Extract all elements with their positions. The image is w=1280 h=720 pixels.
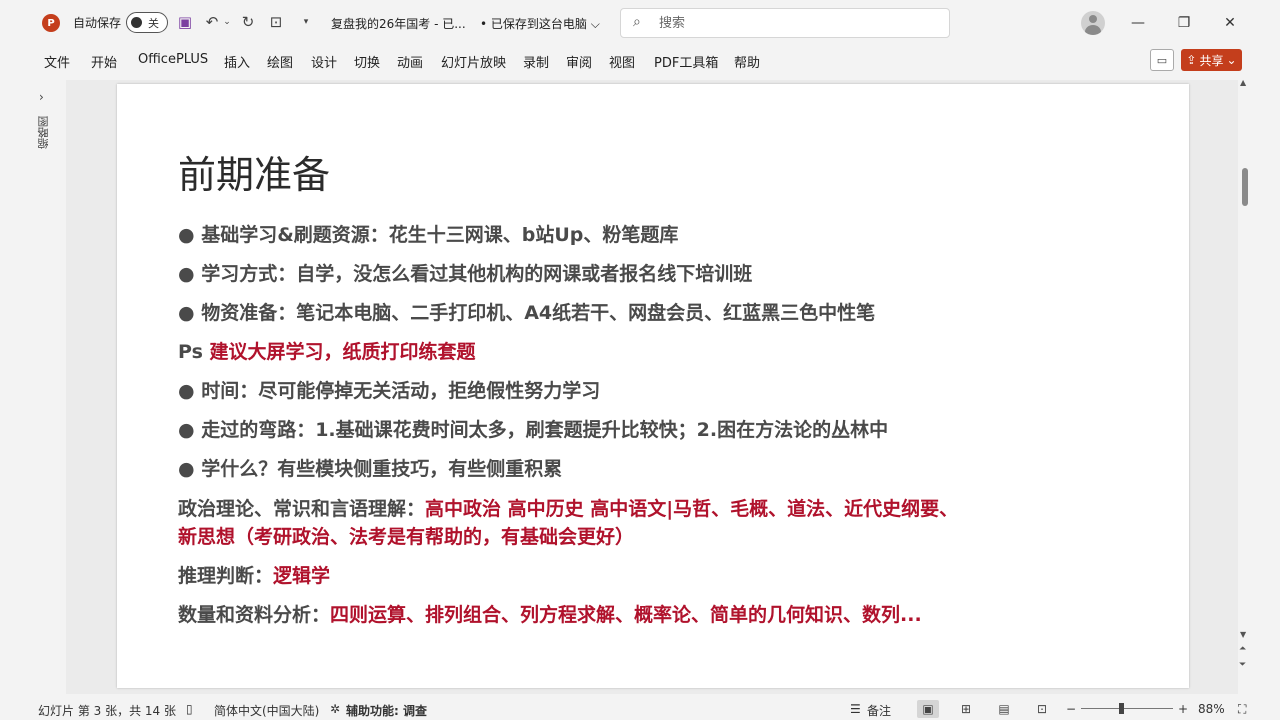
tip-highlight: 建议大屏学习，纸质打印练套题 xyxy=(209,341,476,363)
subject-content: 高中政治 高中历史 高中语文|马哲、毛概、道法、近代史纲要、 xyxy=(425,498,959,520)
subject-content: 逻辑学 xyxy=(273,565,331,587)
undo-dropdown-icon[interactable]: ⌄ xyxy=(222,12,232,32)
avatar[interactable] xyxy=(1081,11,1105,35)
search-input[interactable] xyxy=(659,14,939,32)
chevron-down-icon: ⌄ xyxy=(1226,53,1237,67)
next-slide-icon[interactable]: ⏷ xyxy=(1239,660,1246,670)
autosave-label: 自动保存 xyxy=(73,16,122,30)
redo-icon[interactable]: ↻ xyxy=(238,12,258,32)
share-button[interactable]: ⇪ 共享 ⌄ xyxy=(1181,49,1242,71)
slide-bullet[interactable]: ● 基础学习&刷题资源：花生十三网课、b站Up、粉笔题库 xyxy=(178,220,678,247)
slide-subject-line[interactable]: 政治理论、常识和言语理解：高中政治 高中历史 高中语文|马哲、毛概、道法、近代史… xyxy=(178,494,958,521)
document-title[interactable]: 复盘我的26年国考 - 已... xyxy=(331,15,466,32)
subject-label: 政治理论、常识和言语理解： xyxy=(178,498,426,520)
normal-view-icon[interactable]: ▣ xyxy=(917,700,939,718)
slide-bullet[interactable]: ● 走过的弯路：1.基础课花费时间太多，刷套题提升比较快；2.困在方法论的丛林中 xyxy=(178,415,888,442)
restore-button[interactable]: ❐ xyxy=(1166,8,1202,38)
reading-view-icon[interactable]: ▤ xyxy=(993,700,1015,718)
slide-subject-line[interactable]: 推理判断：逻辑学 xyxy=(178,561,330,588)
slide-title[interactable]: 前期准备 xyxy=(178,144,330,199)
tab-review[interactable]: 审阅 xyxy=(566,52,592,71)
thumbnail-pane: › 缩略图 xyxy=(28,82,66,694)
zoom-out-icon[interactable]: − xyxy=(1066,702,1076,716)
search-box[interactable]: ⌕ xyxy=(620,8,950,38)
subject-content: 四则运算、排列组合、列方程求解、概率论、简单的几何知识、数列... xyxy=(330,604,922,626)
zoom-level[interactable]: 88% xyxy=(1198,702,1225,716)
tab-file[interactable]: 文件 xyxy=(44,52,70,71)
zoom-slider-track[interactable] xyxy=(1081,708,1173,709)
tab-view[interactable]: 视图 xyxy=(609,52,635,71)
spelling-check-icon[interactable]: ▯ xyxy=(186,702,193,716)
notes-button[interactable]: 备注 xyxy=(867,702,891,719)
autosave-toggle[interactable]: 关 xyxy=(126,12,168,33)
slide-counter[interactable]: 幻灯片 第 3 张，共 14 张 xyxy=(38,702,176,719)
present-from-beginning-icon[interactable]: ⊡ xyxy=(266,12,286,32)
slideshow-icon[interactable]: ⊡ xyxy=(1031,700,1053,718)
previous-slide-icon[interactable]: ⏶ xyxy=(1239,644,1246,654)
tab-home[interactable]: 开始 xyxy=(91,52,117,71)
save-icon[interactable]: ▣ xyxy=(175,12,195,32)
slide-bullet[interactable]: ● 学习方式：自学，没怎么看过其他机构的网课或者报名线下培训班 xyxy=(178,259,752,286)
tab-design[interactable]: 设计 xyxy=(311,52,337,71)
tab-help[interactable]: 帮助 xyxy=(734,52,760,71)
zoom-in-icon[interactable]: + xyxy=(1178,702,1188,716)
slide-tip[interactable]: Ps 建议大屏学习，纸质打印练套题 xyxy=(178,337,476,364)
tab-animations[interactable]: 动画 xyxy=(397,52,423,71)
slide[interactable]: 前期准备 ● 基础学习&刷题资源：花生十三网课、b站Up、粉笔题库 ● 学习方式… xyxy=(117,84,1189,688)
powerpoint-logo-icon: P xyxy=(42,14,60,32)
save-status[interactable]: • 已保存到这台电脑 ⌵ xyxy=(480,15,600,32)
notes-icon[interactable]: ☰ xyxy=(850,702,861,716)
tab-record[interactable]: 录制 xyxy=(523,52,549,71)
tab-pdf-tools[interactable]: PDF工具箱 xyxy=(654,52,718,71)
zoom-slider-handle[interactable] xyxy=(1119,703,1124,714)
tab-transitions[interactable]: 切换 xyxy=(354,52,380,71)
tab-slideshow[interactable]: 幻灯片放映 xyxy=(441,52,506,71)
autosave-state: 关 xyxy=(148,17,159,30)
comments-icon[interactable]: ▭ xyxy=(1150,49,1174,71)
undo-icon[interactable]: ↶ xyxy=(202,12,222,32)
title-bar: P 自动保存 关 ▣ ↶ ⌄ ↻ ⊡ ▾ 复盘我的26年国考 - 已... • … xyxy=(0,0,1280,46)
scroll-thumb[interactable] xyxy=(1242,168,1248,206)
accessibility-icon[interactable]: ✲ xyxy=(330,702,340,716)
share-icon: ⇪ xyxy=(1186,53,1197,67)
share-label: 共享 xyxy=(1199,53,1224,68)
scroll-up-icon[interactable]: ▲ xyxy=(1240,78,1246,87)
expand-thumbnails-icon[interactable]: › xyxy=(39,90,44,104)
minimize-button[interactable]: — xyxy=(1120,8,1156,38)
scroll-down-icon[interactable]: ▼ xyxy=(1240,630,1246,639)
thumbnail-pane-label[interactable]: 缩略图 xyxy=(36,116,52,149)
status-bar: 幻灯片 第 3 张，共 14 张 ▯ 简体中文(中国大陆) ✲ 辅助功能: 调查… xyxy=(0,698,1280,720)
tab-insert[interactable]: 插入 xyxy=(224,52,250,71)
search-icon: ⌕ xyxy=(633,14,641,30)
slide-bullet[interactable]: ● 时间：尽可能停掉无关活动，拒绝假性努力学习 xyxy=(178,376,600,403)
toggle-knob xyxy=(131,17,142,28)
slide-subject-line[interactable]: 新思想（考研政治、法考是有帮助的，有基础会更好） xyxy=(178,522,634,549)
slide-bullet[interactable]: ● 物资准备：笔记本电脑、二手打印机、A4纸若干、网盘会员、红蓝黑三色中性笔 xyxy=(178,298,875,325)
tab-draw[interactable]: 绘图 xyxy=(267,52,293,71)
tab-officeplus[interactable]: OfficePLUS xyxy=(138,52,208,67)
fit-to-window-icon[interactable]: ⛶ xyxy=(1238,702,1246,717)
language-indicator[interactable]: 简体中文(中国大陆) xyxy=(214,702,319,719)
tip-prefix: Ps xyxy=(178,341,210,363)
subject-label: 推理判断： xyxy=(178,565,274,587)
slide-bullet[interactable]: ● 学什么？有些模块侧重技巧，有些侧重积累 xyxy=(178,454,562,481)
ribbon-tabs: 文件 开始 OfficePLUS 插入 绘图 设计 切换 动画 幻灯片放映 录制… xyxy=(0,46,1280,76)
close-button[interactable]: ✕ xyxy=(1212,8,1248,38)
customize-toolbar-icon[interactable]: ▾ xyxy=(296,12,316,32)
slide-subject-line[interactable]: 数量和资料分析：四则运算、排列组合、列方程求解、概率论、简单的几何知识、数列..… xyxy=(178,600,922,627)
slide-sorter-icon[interactable]: ⊞ xyxy=(955,700,977,718)
subject-label: 数量和资料分析： xyxy=(178,604,331,626)
accessibility-status[interactable]: 辅助功能: 调查 xyxy=(346,702,427,719)
vertical-scrollbar[interactable]: ▲ ▼ ⏶ ⏷ xyxy=(1238,76,1252,694)
